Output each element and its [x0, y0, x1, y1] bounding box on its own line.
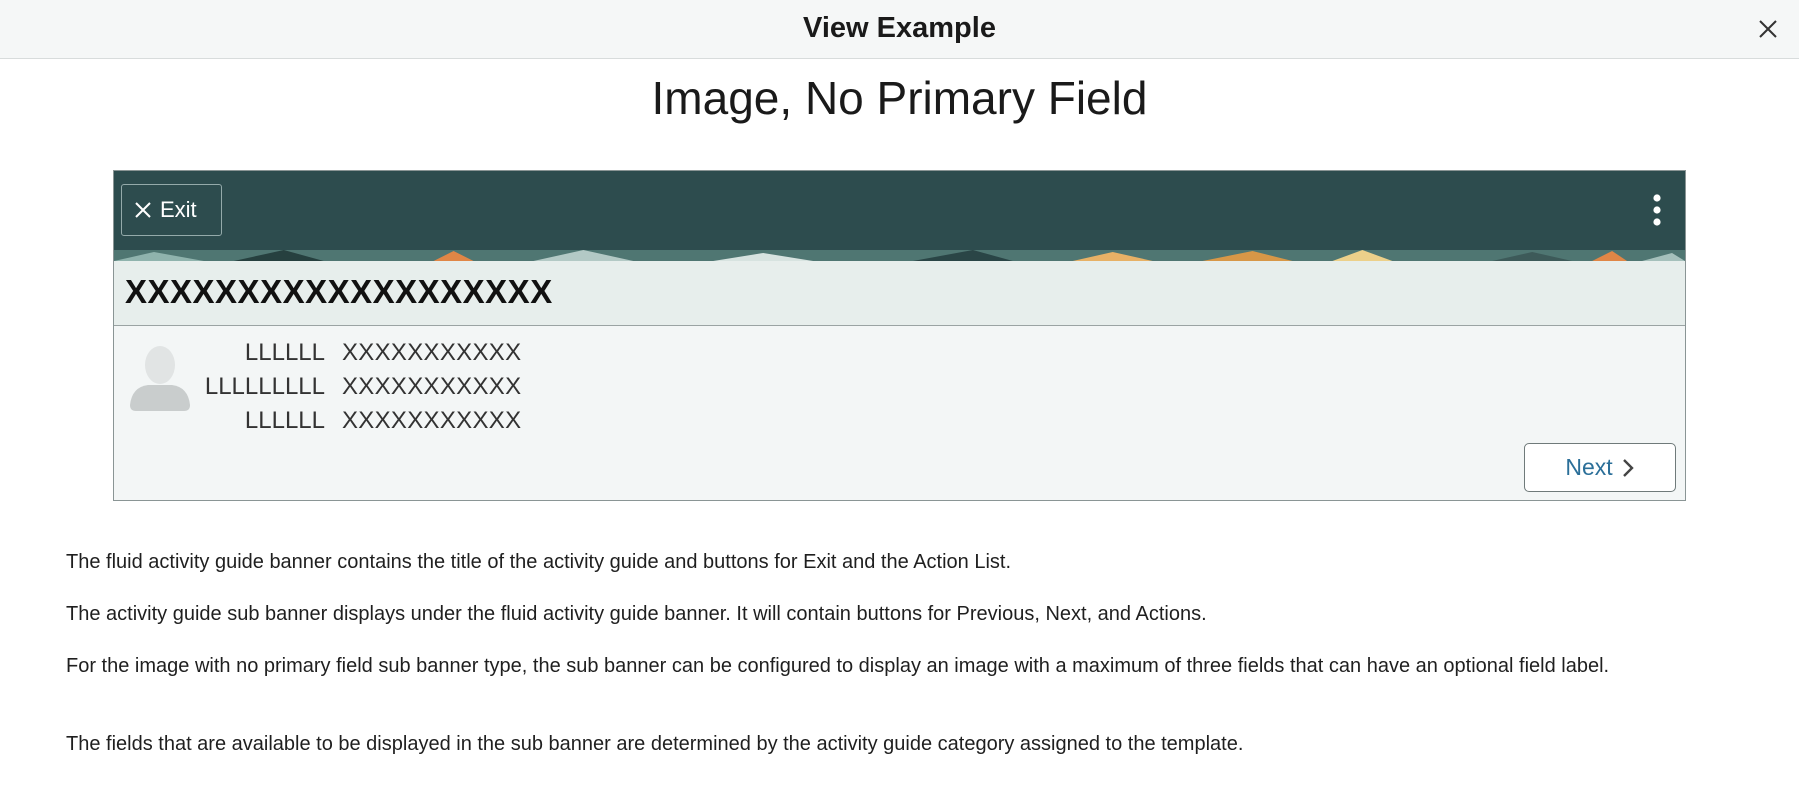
field-value: XXXXXXXXXXX	[342, 373, 522, 400]
field-value: XXXXXXXXXXX	[342, 339, 522, 366]
exit-label: Exit	[160, 197, 197, 222]
banner-decoration	[114, 250, 1685, 261]
field-label: LLLLLLLLL	[204, 373, 325, 400]
next-button[interactable]: Next	[1524, 443, 1676, 492]
vertical-ellipsis-icon	[1653, 194, 1661, 226]
close-icon	[1759, 20, 1777, 38]
sub-banner-field-1: LLLLLL XXXXXXXXXXX	[114, 339, 714, 369]
field-value: XXXXXXXXXXX	[342, 407, 522, 434]
exit-button[interactable]: Exit	[121, 184, 222, 236]
modal-header: View Example	[0, 0, 1799, 59]
page-title: Image, No Primary Field	[651, 72, 1148, 124]
field-label: LLLLLL	[244, 339, 325, 366]
sub-banner-title-bar: XXXXXXXXXXXXXXXXXXX	[114, 261, 1685, 326]
sub-banner-field-3: LLLLLL XXXXXXXXXXX	[114, 407, 714, 437]
example-preview: Exit XXXXXXXXXXXXXXXXXXX LLLLLL XXXXXXXX…	[113, 170, 1686, 501]
modal-title: View Example	[803, 12, 996, 44]
description-paragraph-2: The activity guide sub banner displays u…	[66, 603, 1207, 625]
activity-guide-title: XXXXXXXXXXXXXXXXXXX	[125, 273, 553, 310]
chevron-right-icon	[1622, 458, 1634, 477]
activity-guide-banner: Exit	[114, 171, 1685, 261]
sub-banner-field-2: LLLLLLLLL XXXXXXXXXXX	[114, 373, 714, 403]
close-icon	[135, 202, 151, 218]
actions-button[interactable]	[1651, 193, 1663, 227]
description-paragraph-1: The fluid activity guide banner contains…	[66, 551, 1012, 573]
next-label: Next	[1565, 454, 1613, 480]
description-paragraph-3: For the image with no primary field sub …	[66, 655, 1610, 677]
close-button[interactable]	[1753, 14, 1783, 44]
field-label: LLLLLL	[244, 407, 325, 434]
description-paragraph-4: The fields that are available to be disp…	[66, 733, 1244, 755]
